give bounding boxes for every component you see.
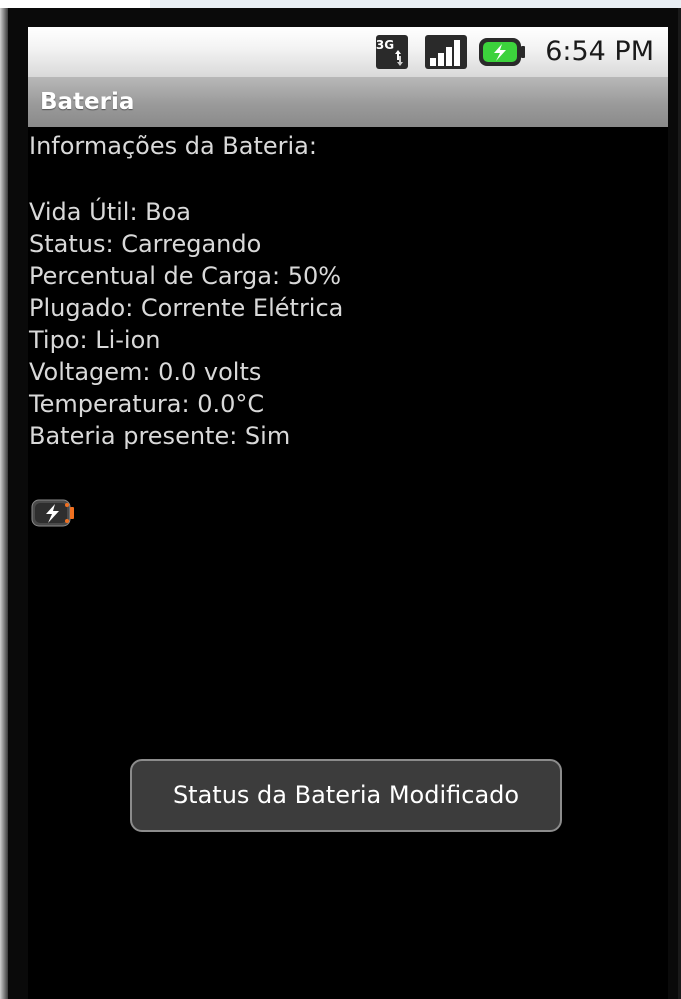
title-bar: Bateria — [28, 77, 668, 127]
battery-present-line: Bateria presente: Sim — [29, 422, 291, 450]
battery-charging-icon — [31, 499, 74, 527]
toast-message: Status da Bateria Modificado — [172, 781, 520, 809]
frame-left-edge — [0, 8, 8, 999]
network-3g-label: 3G — [376, 38, 394, 52]
status-clock: 6:54 PM — [545, 36, 654, 67]
battery-plugged-line: Plugado: Corrente Elétrica — [29, 294, 344, 322]
frame-top-strip — [0, 0, 681, 8]
network-3g-icon: 3G — [376, 35, 408, 69]
battery-type-line: Tipo: Li-ion — [29, 326, 161, 354]
battery-info-heading: Informações da Bateria: — [29, 132, 317, 160]
battery-temperature-line: Temperatura: 0.0°C — [29, 390, 265, 418]
phone-screen: 3G 6:54 PM Bateria Informações da Bateri… — [28, 27, 668, 999]
toast-notification: Status da Bateria Modificado — [130, 759, 562, 832]
battery-health-line: Vida Útil: Boa — [29, 198, 192, 226]
battery-level-line: Percentual de Carga: 50% — [29, 262, 342, 290]
battery-voltage-line: Voltagem: 0.0 volts — [29, 358, 262, 386]
signal-strength-icon — [425, 35, 467, 69]
app-title: Bateria — [40, 89, 135, 115]
battery-charging-icon — [479, 38, 525, 66]
battery-status-line: Status: Carregando — [29, 230, 262, 258]
status-bar: 3G 6:54 PM — [28, 27, 668, 77]
device-frame: 3G 6:54 PM Bateria Informações da Bateri… — [0, 0, 681, 999]
battery-info-content: Informações da Bateria: Vida Útil: Boa S… — [29, 130, 649, 452]
